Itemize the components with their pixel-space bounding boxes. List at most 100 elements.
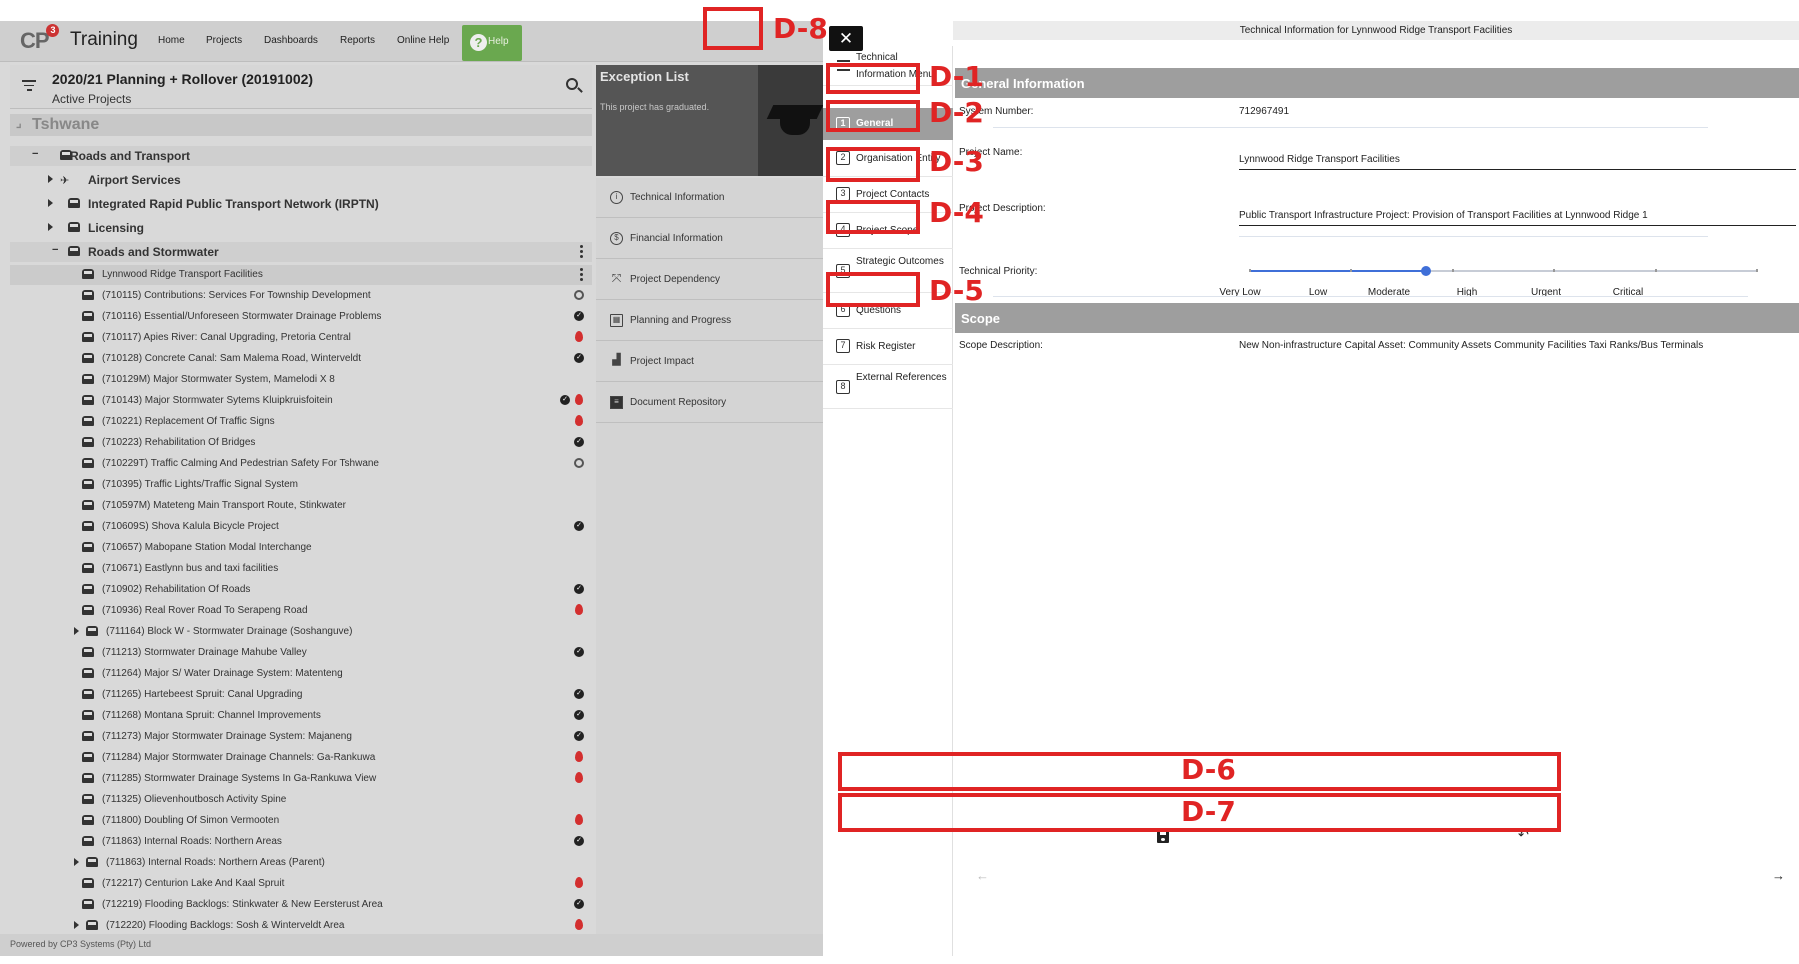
menu-item-risk-register[interactable]: 7 Risk Register bbox=[823, 329, 953, 365]
project-description-field[interactable]: Public Transport Infrastructure Project:… bbox=[1239, 210, 1648, 221]
bus-icon bbox=[82, 332, 94, 342]
help-button[interactable]: ? Help bbox=[462, 25, 522, 61]
annotation-label-d5: D-5 bbox=[929, 274, 984, 307]
project-row[interactable]: (711285) Stormwater Drainage Systems In … bbox=[10, 769, 592, 789]
project-row[interactable]: (710597M) Mateteng Main Transport Route,… bbox=[10, 496, 592, 516]
menu-item-external-references[interactable]: 8 External References bbox=[823, 365, 953, 409]
project-row[interactable]: (710609S) Shova Kalula Bicycle Project ✓ bbox=[10, 517, 592, 537]
project-row[interactable]: (710128) Concrete Canal: Sam Malema Road… bbox=[10, 349, 592, 369]
menu-planning-progress[interactable]: ▦ Planning and Progress bbox=[596, 301, 823, 341]
menu-project-impact[interactable]: ▟ Project Impact bbox=[596, 342, 823, 382]
bus-icon bbox=[82, 605, 94, 615]
project-row[interactable]: (711265) Hartebeest Spruit: Canal Upgrad… bbox=[10, 685, 592, 705]
project-row[interactable]: (710671) Eastlynn bus and taxi facilitie… bbox=[10, 559, 592, 579]
annotation-label-d4: D-4 bbox=[929, 196, 984, 229]
tree-group-stormwater[interactable]: − Roads and Stormwater bbox=[10, 242, 592, 262]
tree-group-irptn[interactable]: Integrated Rapid Public Transport Networ… bbox=[10, 194, 592, 214]
project-row[interactable]: (710223) Rehabilitation Of Bridges ✓ bbox=[10, 433, 592, 453]
project-row[interactable]: (711264) Major S/ Water Drainage System:… bbox=[10, 664, 592, 684]
project-row[interactable]: (711213) Stormwater Drainage Mahube Vall… bbox=[10, 643, 592, 663]
project-subtitle: Active Projects bbox=[52, 92, 132, 106]
project-row[interactable]: (711863) Internal Roads: Northern Areas … bbox=[10, 853, 592, 873]
project-row[interactable]: (712220) Flooding Backlogs: Sosh & Winte… bbox=[10, 916, 592, 936]
check-circle-icon: ✓ bbox=[574, 689, 584, 699]
project-row[interactable]: (711273) Major Stormwater Drainage Syste… bbox=[10, 727, 592, 747]
system-number-value: 712967491 bbox=[1239, 106, 1290, 117]
slider-tick bbox=[1756, 269, 1758, 272]
chart-icon: ▟ bbox=[612, 354, 621, 366]
project-row[interactable]: (711863) Internal Roads: Northern Areas ✓ bbox=[10, 832, 592, 852]
project-row[interactable]: (710116) Essential/Unforeseen Stormwater… bbox=[10, 307, 592, 327]
bus-icon bbox=[68, 222, 80, 232]
project-row[interactable]: (710115) Contributions: Services For Tow… bbox=[10, 286, 592, 306]
slider-tick bbox=[1350, 269, 1353, 272]
bus-icon bbox=[82, 836, 94, 846]
search-icon[interactable] bbox=[566, 78, 578, 90]
more-options-icon[interactable] bbox=[580, 268, 583, 283]
top-navigation-bar: CP 3 Training Home Projects Dashboards Re… bbox=[0, 21, 823, 62]
bus-icon bbox=[82, 563, 94, 573]
tree-root[interactable]: ⌟ Tshwane bbox=[10, 114, 592, 136]
bus-icon bbox=[82, 710, 94, 720]
previous-arrow-icon[interactable]: ← bbox=[976, 868, 989, 883]
project-name-field[interactable]: Lynnwood Ridge Transport Facilities bbox=[1239, 154, 1400, 165]
footer: Powered by CP3 Systems (Pty) Ltd bbox=[0, 934, 823, 956]
project-row[interactable]: (710657) Mabopane Station Modal Intercha… bbox=[10, 538, 592, 558]
bus-icon bbox=[86, 920, 98, 930]
project-row[interactable]: Lynnwood Ridge Transport Facilities bbox=[10, 265, 592, 285]
bus-icon bbox=[82, 689, 94, 699]
project-row[interactable]: (710129M) Major Stormwater System, Mamel… bbox=[10, 370, 592, 390]
bus-icon bbox=[82, 773, 94, 783]
bus-icon bbox=[82, 500, 94, 510]
annotation-label-d8: D-8 bbox=[773, 12, 828, 45]
project-row[interactable]: (710143) Major Stormwater Sytems Kluipkr… bbox=[10, 391, 592, 411]
bus-icon bbox=[82, 458, 94, 468]
annotation-box-d1 bbox=[826, 63, 920, 94]
scope-description-label: Scope Description: bbox=[959, 340, 1043, 351]
nav-reports[interactable]: Reports bbox=[340, 35, 375, 46]
project-row[interactable]: (712217) Centurion Lake And Kaal Spruit bbox=[10, 874, 592, 894]
menu-technical-information[interactable]: i Technical Information bbox=[596, 178, 823, 218]
next-arrow-icon[interactable]: → bbox=[1772, 868, 1785, 883]
menu-project-dependency[interactable]: ⤧ Project Dependency bbox=[596, 260, 823, 300]
project-row[interactable]: (711325) Olievenhoutbosch Activity Spine bbox=[10, 790, 592, 810]
nav-projects[interactable]: Projects bbox=[206, 35, 242, 46]
project-row[interactable]: (710221) Replacement Of Traffic Signs bbox=[10, 412, 592, 432]
project-row[interactable]: (710936) Real Rover Road To Serapeng Roa… bbox=[10, 601, 592, 621]
close-button[interactable]: ✕ bbox=[829, 26, 863, 51]
project-row[interactable]: (711800) Doubling Of Simon Vermooten bbox=[10, 811, 592, 831]
check-circle-icon: ✓ bbox=[574, 836, 584, 846]
more-options-icon[interactable] bbox=[580, 245, 583, 260]
nav-dashboards[interactable]: Dashboards bbox=[264, 35, 318, 46]
annotation-label-d7: D-7 bbox=[1181, 795, 1236, 828]
tree-group-airport[interactable]: ✈ Airport Services bbox=[10, 170, 592, 190]
check-circle-icon: ✓ bbox=[574, 584, 584, 594]
project-row[interactable]: (711164) Block W - Stormwater Drainage (… bbox=[10, 622, 592, 642]
nav-home[interactable]: Home bbox=[158, 35, 185, 46]
project-row[interactable]: (711284) Major Stormwater Drainage Chann… bbox=[10, 748, 592, 768]
project-row[interactable]: (712219) Flooding Backlogs: Stinkwater &… bbox=[10, 895, 592, 915]
tree-group-licensing[interactable]: Licensing bbox=[10, 218, 592, 238]
nav-online-help[interactable]: Online Help bbox=[397, 35, 449, 46]
annotation-box-d3 bbox=[826, 147, 920, 182]
fire-icon bbox=[575, 772, 583, 783]
fire-icon bbox=[575, 394, 583, 405]
annotation-box-d5 bbox=[826, 272, 920, 307]
save-icon[interactable] bbox=[1157, 831, 1169, 843]
slider-knob[interactable] bbox=[1421, 266, 1432, 276]
bus-icon bbox=[82, 878, 94, 888]
tree-group-roads-transport[interactable]: − Roads and Transport bbox=[10, 146, 592, 166]
project-row[interactable]: (710902) Rehabilitation Of Roads ✓ bbox=[10, 580, 592, 600]
project-name-underline bbox=[1239, 169, 1796, 170]
dialog-title: Technical Information for Lynnwood Ridge… bbox=[953, 21, 1799, 40]
project-row[interactable]: (710395) Traffic Lights/Traffic Signal S… bbox=[10, 475, 592, 495]
menu-document-repository[interactable]: ≡ Document Repository bbox=[596, 383, 823, 423]
project-row[interactable]: (710117) Apies River: Canal Upgrading, P… bbox=[10, 328, 592, 348]
project-row[interactable]: (711268) Montana Spruit: Channel Improve… bbox=[10, 706, 592, 726]
annotation-label-d2: D-2 bbox=[929, 96, 984, 129]
exception-text: This project has graduated. bbox=[600, 102, 710, 112]
menu-financial-information[interactable]: $ Financial Information bbox=[596, 219, 823, 259]
bus-icon bbox=[82, 437, 94, 447]
project-row[interactable]: (710229T) Traffic Calming And Pedestrian… bbox=[10, 454, 592, 474]
filter-icon[interactable] bbox=[22, 80, 36, 94]
